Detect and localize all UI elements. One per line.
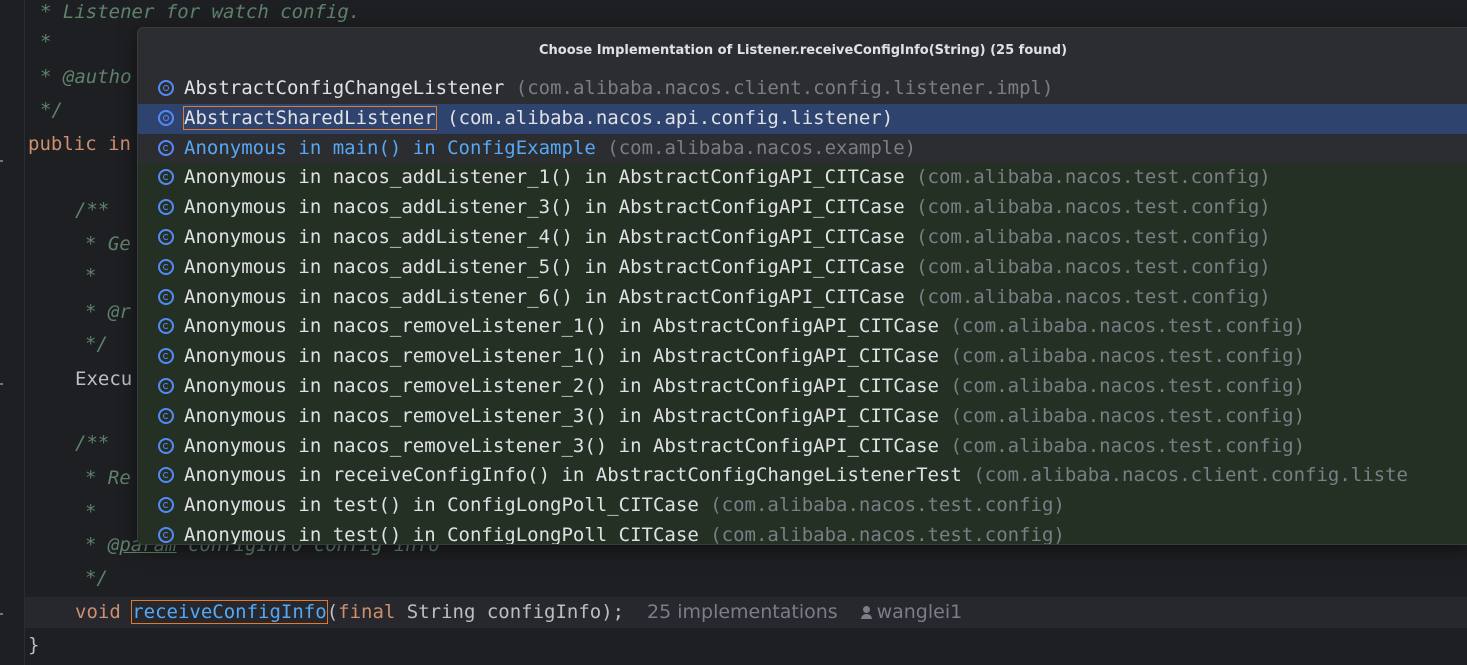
- list-item[interactable]: Anonymous in nacos_addListener_3() in Ab…: [138, 193, 1467, 223]
- list-item[interactable]: Anonymous in nacos_addListener_5() in Ab…: [138, 252, 1467, 283]
- code-line: *: [40, 31, 52, 53]
- item-name: Anonymous in nacos_removeListener_1() in…: [184, 315, 939, 338]
- item-package: (com.alibaba.nacos.test.config): [916, 166, 1271, 189]
- anonymous-class-icon: [158, 467, 174, 484]
- list-item[interactable]: Anonymous in nacos_addListener_6() in Ab…: [138, 282, 1467, 313]
- editor-gutter: [0, 0, 25, 665]
- code-line: * Ge: [85, 233, 131, 255]
- item-package: (com.alibaba.nacos.test.config): [710, 494, 1065, 517]
- anonymous-class-icon: [158, 199, 174, 216]
- list-item[interactable]: Anonymous in nacos_removeListener_1() in…: [138, 312, 1467, 343]
- anonymous-class-icon: [158, 139, 174, 156]
- item-name: Anonymous in nacos_addListener_3() in Ab…: [184, 196, 905, 219]
- method-declaration-line: void receiveConfigInfo(final String conf…: [75, 600, 963, 624]
- popup-title: Choose Implementation of Listener.receiv…: [538, 43, 1068, 58]
- anonymous-class-icon: [158, 288, 174, 305]
- anonymous-class-icon: [158, 437, 174, 454]
- list-item[interactable]: Anonymous in main() in ConfigExample (co…: [138, 134, 1467, 164]
- item-package: (com.alibaba.nacos.test.config): [950, 404, 1306, 427]
- item-name: Anonymous in nacos_removeListener_1() in…: [184, 345, 939, 368]
- list-item[interactable]: AbstractConfigChangeListener (com.alibab…: [138, 74, 1467, 104]
- item-package: (com.alibaba.nacos.example): [607, 136, 917, 159]
- code-line: /**: [75, 199, 110, 221]
- list-item[interactable]: Anonymous in test() in ConfigLongPoll_CI…: [138, 491, 1467, 521]
- code-line: public in: [28, 129, 131, 159]
- code-line: */: [85, 567, 108, 589]
- code-line: * Re: [85, 467, 131, 489]
- anonymous-class-icon: [158, 228, 174, 245]
- list-item[interactable]: Anonymous in nacos_removeListener_3() in…: [138, 401, 1467, 432]
- code-line: * @r: [85, 301, 131, 323]
- code-line: *: [85, 265, 97, 287]
- item-name: Anonymous in test() in ConfigLongPoll_CI…: [184, 523, 699, 544]
- code-line: *: [85, 501, 97, 523]
- code-line: }: [28, 634, 40, 656]
- anonymous-class-icon: [158, 377, 174, 394]
- item-package: (com.alibaba.nacos.test.config): [916, 255, 1271, 278]
- list-item[interactable]: Anonymous in nacos_removeListener_2() in…: [138, 371, 1467, 402]
- item-package: (com.alibaba.nacos.client.config.liste: [973, 464, 1408, 487]
- code-line: */: [40, 99, 63, 121]
- item-name: AbstractSharedListener: [183, 105, 437, 130]
- item-name: Anonymous in nacos_addListener_5() in Ab…: [184, 255, 905, 278]
- list-item-selected[interactable]: AbstractSharedListener (com.alibaba.naco…: [138, 103, 1467, 134]
- item-name: Anonymous in nacos_removeListener_3() in…: [184, 434, 939, 457]
- item-package: (com.alibaba.nacos.test.config): [916, 196, 1271, 219]
- item-package: (com.alibaba.nacos.test.config): [950, 374, 1306, 397]
- method-params: String configInfo);: [395, 601, 625, 623]
- abstract-class-icon: [158, 80, 174, 96]
- item-name: Anonymous in nacos_removeListener_3() in…: [184, 404, 939, 427]
- list-item[interactable]: Anonymous in nacos_removeListener_1() in…: [138, 342, 1467, 372]
- item-package: (com.alibaba.nacos.api.config.listener): [447, 106, 894, 129]
- item-name: Anonymous in nacos_addListener_1() in Ab…: [184, 166, 905, 189]
- item-package: (com.alibaba.nacos.test.config): [950, 345, 1306, 368]
- anonymous-class-icon: [158, 258, 174, 275]
- keyword-void: void: [75, 601, 121, 623]
- item-name: AbstractConfigChangeListener: [184, 77, 505, 99]
- code-line: */: [85, 333, 108, 355]
- item-package: (com.alibaba.nacos.test.config): [710, 523, 1065, 544]
- item-package: (com.alibaba.nacos.test.config): [950, 315, 1306, 338]
- anonymous-class-icon: [158, 407, 174, 424]
- code-line: Execu: [75, 368, 133, 390]
- anonymous-class-icon: [158, 497, 174, 514]
- keyword: in: [108, 133, 131, 155]
- implementation-list[interactable]: AbstractConfigChangeListener (com.alibab…: [138, 74, 1467, 544]
- list-item[interactable]: Anonymous in nacos_addListener_1() in Ab…: [138, 163, 1467, 194]
- keyword-final: final: [338, 601, 396, 623]
- choose-implementation-popup[interactable]: Choose Implementation of Listener.receiv…: [137, 27, 1467, 545]
- user-icon: [860, 606, 872, 619]
- gutter-marker: [0, 383, 3, 385]
- list-item[interactable]: Anonymous in nacos_removeListener_3() in…: [138, 431, 1467, 462]
- method-name[interactable]: receiveConfigInfo: [131, 600, 328, 624]
- anonymous-class-icon: [158, 318, 174, 335]
- item-package: (com.alibaba.nacos.test.config): [950, 434, 1306, 457]
- code-line: /**: [75, 432, 110, 454]
- item-name: Anonymous in nacos_addListener_4() in Ab…: [184, 225, 905, 248]
- item-package: (com.alibaba.nacos.test.config): [916, 285, 1271, 308]
- author-name: wanglei1: [876, 601, 963, 623]
- item-package: (com.alibaba.nacos.test.config): [916, 225, 1271, 248]
- code-line: * Listener for watch config.: [40, 1, 361, 23]
- item-name: Anonymous in receiveConfigInfo() in Abst…: [184, 464, 962, 487]
- anonymous-class-icon: [158, 348, 174, 365]
- anonymous-class-icon: [158, 169, 174, 186]
- item-name: Anonymous in nacos_removeListener_2() in…: [184, 374, 939, 397]
- abstract-class-icon: [158, 109, 174, 126]
- code-line: * @autho: [40, 66, 132, 88]
- keyword: public: [28, 133, 97, 155]
- item-name: Anonymous in nacos_addListener_6() in Ab…: [184, 285, 905, 308]
- list-item[interactable]: Anonymous in test() in ConfigLongPoll_CI…: [138, 520, 1467, 544]
- item-package: (com.alibaba.nacos.client.config.listene…: [515, 77, 1054, 99]
- author-hint[interactable]: wanglei1: [860, 601, 963, 623]
- gutter-marker: [0, 613, 3, 615]
- item-name: Anonymous in test() in ConfigLongPoll_CI…: [184, 494, 699, 517]
- anonymous-class-icon: [158, 526, 174, 543]
- gutter-marker: [0, 160, 3, 162]
- list-item[interactable]: Anonymous in nacos_addListener_4() in Ab…: [138, 222, 1467, 253]
- implementations-hint[interactable]: 25 implementations: [647, 601, 838, 623]
- list-item[interactable]: Anonymous in receiveConfigInfo() in Abst…: [138, 461, 1467, 492]
- item-name: Anonymous in main() in ConfigExample: [184, 136, 596, 159]
